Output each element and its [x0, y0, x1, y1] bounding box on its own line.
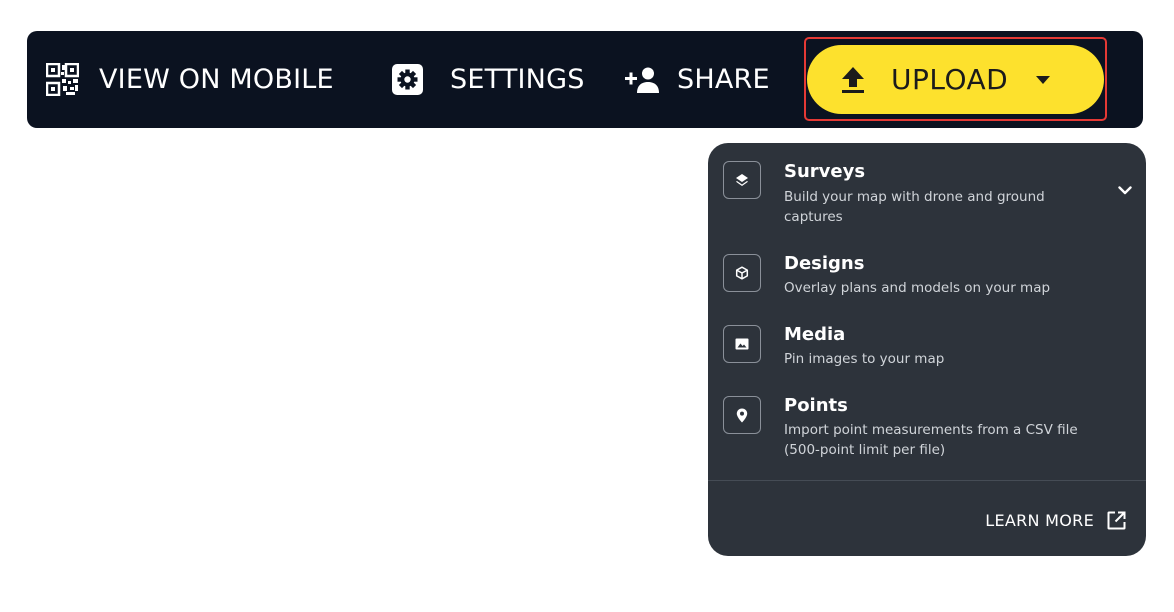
- menu-item-designs[interactable]: Designs Overlay plans and models on your…: [708, 252, 1146, 304]
- cube-icon: [723, 254, 761, 292]
- upload-button[interactable]: UPLOAD: [807, 45, 1104, 114]
- view-on-mobile-button[interactable]: VIEW ON MOBILE: [46, 31, 334, 128]
- map-pin-icon: [723, 396, 761, 434]
- settings-button[interactable]: SETTINGS: [391, 31, 585, 128]
- gear-icon: [391, 63, 424, 96]
- caret-down-icon[interactable]: [1035, 75, 1051, 85]
- view-on-mobile-label: VIEW ON MOBILE: [99, 64, 334, 95]
- menu-item-description: Pin images to your map: [784, 351, 945, 367]
- menu-item-points[interactable]: Points Import point measurements from a …: [708, 394, 1146, 464]
- image-icon: [723, 325, 761, 363]
- upload-label: UPLOAD: [891, 63, 1009, 96]
- learn-more-link[interactable]: LEARN MORE: [985, 511, 1126, 530]
- share-label: SHARE: [677, 64, 770, 95]
- share-button[interactable]: SHARE: [625, 31, 770, 128]
- layers-icon: [723, 161, 761, 199]
- menu-item-description: Import point measurements from a CSV fil…: [784, 422, 1078, 458]
- qr-code-icon: [46, 63, 79, 96]
- menu-item-title: Designs: [784, 253, 865, 274]
- menu-item-title: Points: [784, 395, 848, 416]
- menu-item-surveys[interactable]: Surveys Build your map with drone and gr…: [708, 161, 1146, 231]
- menu-item-description: Overlay plans and models on your map: [784, 280, 1051, 296]
- menu-item-description: Build your map with drone and ground cap…: [784, 189, 1045, 225]
- chevron-down-icon[interactable]: [1118, 186, 1132, 195]
- top-toolbar: VIEW ON MOBILE SETTINGS SHARE UPLOAD: [27, 31, 1143, 128]
- upload-dropdown-menu: Surveys Build your map with drone and gr…: [708, 143, 1146, 556]
- upload-arrow-icon: [841, 66, 865, 94]
- add-person-icon: [625, 66, 659, 94]
- settings-label: SETTINGS: [450, 64, 585, 95]
- external-link-icon: [1107, 511, 1126, 530]
- menu-item-title: Media: [784, 324, 846, 345]
- learn-more-label: LEARN MORE: [985, 511, 1094, 530]
- menu-divider: [708, 480, 1146, 481]
- menu-item-title: Surveys: [784, 161, 866, 182]
- menu-item-media[interactable]: Media Pin images to your map: [708, 323, 1146, 375]
